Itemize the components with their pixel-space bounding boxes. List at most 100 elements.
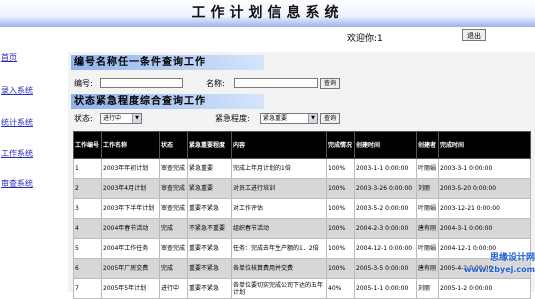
column-header: 创建时间 xyxy=(354,131,417,159)
status-urgency-query-button[interactable]: 查询 xyxy=(320,113,340,124)
table-cell: 2003-5-2 0:00:00 xyxy=(354,198,417,219)
watermark: 思缘设计网 www.2byej.com xyxy=(450,252,535,276)
table-cell: 组织春节活动 xyxy=(231,218,327,239)
table-cell: 重要不紧急 xyxy=(187,278,232,299)
table-cell: 100% xyxy=(326,238,355,259)
name-input[interactable] xyxy=(234,78,318,88)
table-cell: 对工作评估 xyxy=(231,198,327,219)
table-cell: 紧急重要 xyxy=(187,178,232,199)
table-cell: 2005-3-5 0:00:00 xyxy=(354,258,417,279)
table-cell: 2004年春节活动 xyxy=(101,218,160,239)
column-header: 紧急重要程度 xyxy=(187,131,232,159)
column-header: 工作编号 xyxy=(73,131,102,159)
table-cell: 2005-1-1 0:00:00 xyxy=(354,278,417,299)
table-cell: 叶丽娟 xyxy=(416,198,439,219)
table-cell: 2003-1-1 0:00:00 xyxy=(354,158,417,179)
table-cell: 2005-1-2 0:00:00 xyxy=(438,278,531,299)
urgency-select-value: 紧急重要 xyxy=(263,115,288,122)
table-cell: 2004-3-1 0:00:00 xyxy=(438,218,531,239)
table-cell: 重要不紧急 xyxy=(187,238,232,259)
table-cell: 5 xyxy=(73,238,102,259)
column-header: 工作名称 xyxy=(101,131,160,159)
table-cell: 6 xyxy=(73,258,102,279)
table-cell: 叶丽娟 xyxy=(416,238,439,259)
name-label: 名称: xyxy=(206,79,225,88)
table-row[interactable]: 2 2003年4月计划 审查完成 紧急重要 对员工进行培训 100% 2003-… xyxy=(73,178,531,199)
table-cell: 叶丽娟 xyxy=(416,158,439,179)
id-name-query-title: 编号名称任一条件查询工作 xyxy=(71,55,264,70)
table-cell: 任务：完成去年生产额的1．2倍 xyxy=(231,238,327,259)
table-cell: 审查完成 xyxy=(159,198,188,219)
table-cell: 各单位核算费用并交费 xyxy=(231,258,327,279)
table-cell: 100% xyxy=(326,258,355,279)
urgency-label: 紧急程度: xyxy=(215,114,250,123)
chevron-down-icon: ▼ xyxy=(132,114,141,123)
table-cell: 唐有刚 xyxy=(416,258,439,279)
column-header: 完成情况 xyxy=(326,131,355,159)
table-cell: 重要不紧急 xyxy=(187,198,232,219)
table-cell: 2003年下半年计划 xyxy=(101,198,160,219)
column-header: 完成时间 xyxy=(438,131,531,159)
sidebar-item-review[interactable]: 审查系统 xyxy=(1,178,33,189)
table-cell: 2 xyxy=(73,178,102,199)
table-cell: 不紧急不重要 xyxy=(187,218,232,239)
sidebar-item-statistics[interactable]: 统计系统 xyxy=(1,117,33,128)
table-header-row: 工作编号 工作名称 状态 紧急重要程度 内容 完成情况 创建时间 创建者 完成时… xyxy=(73,131,531,159)
table-cell: 审查完成 xyxy=(159,238,188,259)
logout-button[interactable]: 退出 xyxy=(462,29,486,41)
table-cell: 唐有刚 xyxy=(416,218,439,239)
status-urgency-query-title: 状态紧急程度综合查询工作 xyxy=(71,94,264,109)
table-row[interactable]: 3 2003年下半年计划 审查完成 重要不紧急 对工作评估 100% 2003-… xyxy=(73,198,531,219)
table-row[interactable]: 4 2004年春节活动 完成 不紧急不重要 组织春节活动 100% 2004-2… xyxy=(73,218,531,239)
sidebar-item-entry[interactable]: 录入系统 xyxy=(1,85,33,96)
table-cell: 2003-3-1 0:00:00 xyxy=(438,158,531,179)
table-cell: 100% xyxy=(326,218,355,239)
column-header: 内容 xyxy=(231,131,327,159)
urgency-select[interactable]: 紧急重要 ▼ xyxy=(260,113,318,124)
column-header: 创建者 xyxy=(416,131,439,159)
table-cell: 2004-2-3 0:00:00 xyxy=(354,218,417,239)
table-cell: 对员工进行培训 xyxy=(231,178,327,199)
watermark-line1: 思缘设计网 xyxy=(489,253,535,263)
table-cell: 100% xyxy=(326,158,355,179)
table-cell: 进行中 xyxy=(159,278,188,299)
header-bar: 工作计划信息系统 xyxy=(0,0,535,27)
column-header: 状态 xyxy=(159,131,188,159)
site-title: 工作计划信息系统 xyxy=(191,5,344,21)
table-cell: 2005年5年计划 xyxy=(101,278,160,299)
id-input[interactable] xyxy=(100,78,183,88)
table-cell: 3 xyxy=(73,198,102,219)
chevron-down-icon: ▼ xyxy=(308,114,317,123)
table-cell: 完成上年月计划的1倍 xyxy=(231,158,327,179)
status-label: 状态: xyxy=(74,114,93,123)
table-cell: 2005年厂房交费 xyxy=(101,258,160,279)
status-select-value: 进行中 xyxy=(103,115,122,122)
table-cell: 1 xyxy=(73,158,102,179)
watermark-line2: www.2byej.com xyxy=(464,265,535,274)
table-row[interactable]: 1 2003年年初计划 审查完成 紧急重要 完成上年月计划的1倍 100% 20… xyxy=(73,158,531,179)
table-cell: 2003-5-20 0:00:00 xyxy=(438,178,531,199)
table-cell: 刘丽 xyxy=(416,278,439,299)
table-cell: 2003年年初计划 xyxy=(101,158,160,179)
sidebar-item-work[interactable]: 工作系统 xyxy=(1,148,33,159)
id-name-query-button[interactable]: 查询 xyxy=(320,78,340,89)
table-cell: 2004-12-1 0:00:00 xyxy=(354,238,417,259)
table-cell: 2003年4月计划 xyxy=(101,178,160,199)
table-cell: 40% xyxy=(326,278,355,299)
table-cell: 审查完成 xyxy=(159,158,188,179)
table-cell: 2004年工作任务 xyxy=(101,238,160,259)
table-cell: 重要不紧急 xyxy=(187,258,232,279)
welcome-text: 欢迎你:1 xyxy=(347,34,383,44)
table-cell: 完成 xyxy=(159,258,188,279)
sidebar-item-home[interactable]: 首页 xyxy=(1,52,17,63)
table-cell: 各单位要切实完成公司下达的五年计划 xyxy=(231,278,327,299)
status-select[interactable]: 进行中 ▼ xyxy=(100,113,142,124)
table-cell: 2003-12-21 0:00:00 xyxy=(438,198,531,219)
table-cell: 7 xyxy=(73,278,102,299)
table-row[interactable]: 7 2005年5年计划 进行中 重要不紧急 各单位要切实完成公司下达的五年计划 … xyxy=(73,278,531,299)
table-cell: 刘丽 xyxy=(416,178,439,199)
id-label: 编号: xyxy=(74,79,93,88)
table-cell: 审查完成 xyxy=(159,178,188,199)
table-cell: 4 xyxy=(73,218,102,239)
table-cell: 100% xyxy=(326,198,355,219)
